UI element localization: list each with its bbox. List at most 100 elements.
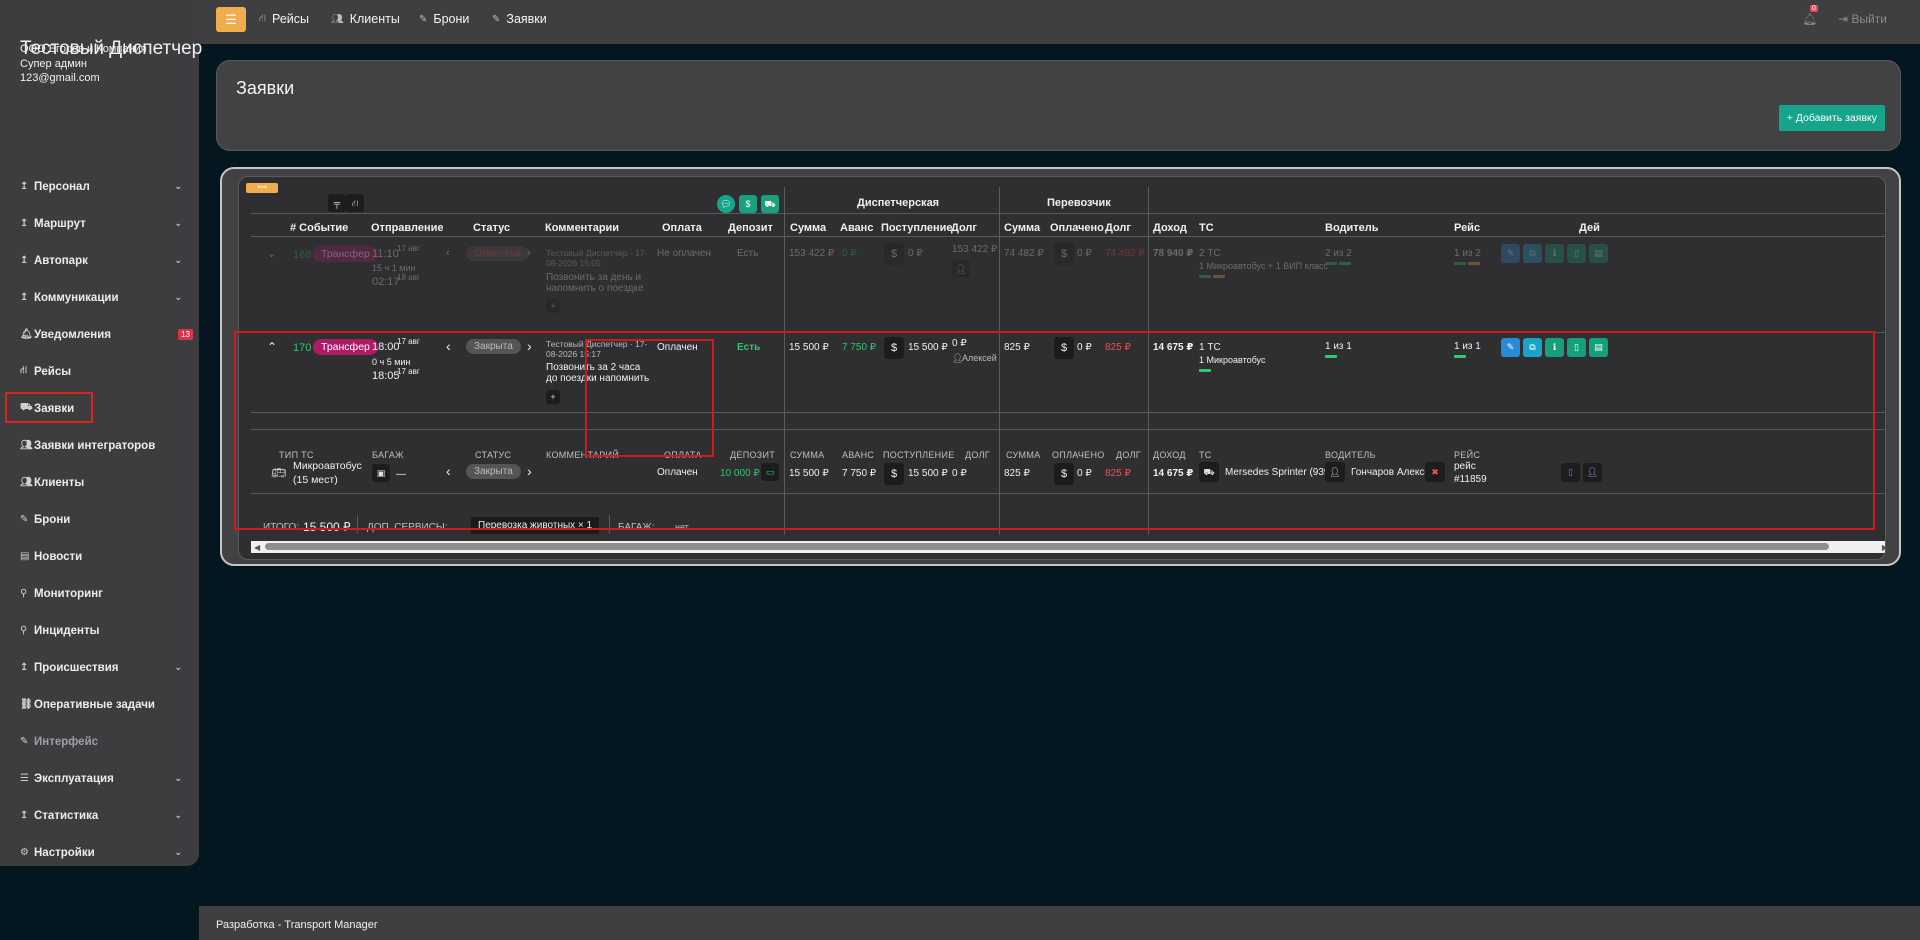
col-sum[interactable]: Сумма	[790, 222, 826, 234]
print-icon[interactable]: ▤	[1589, 244, 1608, 263]
sidebar-item-incidents[interactable]: ⚲ Инциденты	[0, 612, 199, 649]
col-status[interactable]: Статус	[473, 222, 510, 234]
dollar-icon[interactable]: $	[1054, 243, 1074, 265]
page-title: Заявки	[236, 78, 295, 98]
logout-link[interactable]: ⇥ Выйти	[1838, 12, 1887, 26]
col-carrier-debt[interactable]: Долг	[1105, 222, 1131, 234]
scroll-right-icon[interactable]: ▶	[1882, 543, 1885, 552]
sidebar: Тестовый Диспетчер ООО Егоров и Компания…	[0, 0, 202, 866]
col-income[interactable]: Поступление	[881, 222, 953, 234]
col-revenue[interactable]: Доход	[1153, 222, 1187, 234]
col-payment[interactable]: Оплата	[662, 222, 702, 234]
user-icon[interactable]: 👤︎	[952, 260, 970, 278]
top-link-trips[interactable]: ⛙ Рейсы	[259, 12, 309, 26]
scrollbar-thumb[interactable]	[265, 543, 1829, 550]
vehicle-detail: 1 Микроавтобус + 1 ВИП класс	[1199, 261, 1328, 271]
dollar-icon[interactable]: $	[739, 195, 757, 213]
sidebar-item-tasks[interactable]: ⛓ Оперативные задачи	[0, 686, 199, 723]
sidebar-item-label: Оперативные задачи	[34, 698, 155, 711]
col-driver[interactable]: Водитель	[1325, 222, 1379, 234]
copy-icon[interactable]: ⧉	[1523, 244, 1542, 263]
chevron-down-icon: ⌄	[174, 292, 182, 302]
arrow-icon: ↥	[20, 218, 29, 229]
top-link-bookings[interactable]: ✎ Брони	[419, 12, 469, 26]
sum: 153 422 ₽	[789, 248, 835, 259]
sidebar-item-label: Уведомления	[34, 328, 111, 341]
bell-icon: 🔔︎	[1802, 12, 1818, 26]
col-carrier-sum[interactable]: Сумма	[1004, 222, 1040, 234]
pin-icon: ⚲	[20, 588, 28, 599]
menu-toggle-button[interactable]: ☰	[216, 7, 246, 32]
chevron-down-icon[interactable]: ⌄	[267, 247, 276, 260]
chat-icon[interactable]: 💬︎	[717, 195, 735, 213]
sidebar-item-clients[interactable]: 👥︎ Клиенты	[0, 464, 199, 501]
top-link-requests[interactable]: ✎ Заявки	[492, 12, 547, 26]
notification-bell[interactable]: 🔔︎ 0	[1802, 5, 1818, 26]
horizontal-scrollbar[interactable]: ◀ ▶	[251, 541, 1885, 553]
sidebar-item-label: Брони	[34, 513, 71, 526]
bell-badge: 0	[1810, 5, 1818, 12]
col-actions[interactable]: Дей	[1579, 222, 1600, 234]
sidebar-item-integrator-requests[interactable]: 👥︎ Заявки интеграторов	[0, 427, 199, 464]
sidebar-item-communications[interactable]: ↥ Коммуникации ⌄	[0, 279, 199, 316]
sidebar-item-statistics[interactable]: ↥ Статистика ⌄	[0, 797, 199, 834]
sidebar-item-trips[interactable]: ⛙ Рейсы	[0, 353, 199, 390]
sidebar-item-interface[interactable]: ✎ Интерфейс	[0, 723, 199, 760]
chevron-down-icon: ⌄	[174, 218, 182, 228]
sidebar-item-accidents[interactable]: ↥ Происшествия ⌄	[0, 649, 199, 686]
col-advance[interactable]: Аванс	[840, 222, 873, 234]
sidebar-item-bookings[interactable]: ✎ Брони	[0, 501, 199, 538]
sidebar-item-route[interactable]: ↥ Маршрут ⌄	[0, 205, 199, 242]
carrier-debt: 74 482 ₽	[1105, 248, 1145, 259]
sidebar-item-label: Автопарк	[34, 254, 88, 267]
col-event[interactable]: # Событие	[290, 222, 348, 234]
chevron-down-icon: ⌄	[174, 810, 182, 820]
col-carrier-paid[interactable]: Оплачено	[1050, 222, 1104, 234]
sidebar-item-requests[interactable]: ⛟ Заявки	[0, 390, 199, 427]
sidebar-item-label: Рейсы	[34, 365, 72, 378]
info-icon[interactable]: ℹ	[1545, 244, 1564, 263]
col-vehicle[interactable]: ТС	[1199, 222, 1214, 234]
col-deposit[interactable]: Депозит	[728, 222, 773, 234]
sidebar-item-news[interactable]: ▤ Новости	[0, 538, 199, 575]
progress-bar	[1339, 262, 1351, 265]
sidebar-item-monitoring[interactable]: ⚲ Мониторинг	[0, 575, 199, 612]
highlight-box	[5, 392, 93, 423]
filter-icon[interactable]: ╤	[328, 194, 346, 212]
status-badge[interactable]: Отменена	[466, 246, 529, 261]
road-icon[interactable]: ⛙	[346, 194, 364, 212]
top-link-clients[interactable]: 👥︎ Клиенты	[331, 12, 400, 26]
col-comments[interactable]: Комментарии	[545, 222, 619, 234]
dollar-icon[interactable]: $	[884, 243, 904, 265]
sidebar-item-personnel[interactable]: ↥ Персонал ⌄	[0, 168, 199, 205]
add-request-button[interactable]: + Добавить заявку	[1778, 105, 1885, 131]
sidebar-item-notifications[interactable]: 🔔︎ Уведомления 13	[0, 316, 199, 353]
sidebar-item-operation[interactable]: ☰ Эксплуатация ⌄	[0, 760, 199, 797]
progress-bar	[1199, 275, 1211, 278]
scroll-left-icon[interactable]: ◀	[254, 543, 260, 552]
collapse-toggle[interactable]: ⟺	[246, 183, 278, 193]
sidebar-item-label: Интерфейс	[34, 735, 99, 748]
vehicle-count: 2 ТС	[1199, 248, 1221, 259]
edit-icon: ✎	[492, 13, 501, 25]
edit-icon[interactable]: ✎	[1501, 244, 1520, 263]
add-comment-button[interactable]: +	[546, 299, 560, 313]
col-debt[interactable]: Долг	[951, 222, 977, 234]
chevron-down-icon: ⌄	[174, 181, 182, 191]
row-id: 168	[293, 249, 312, 261]
document-icon[interactable]: ▯	[1567, 244, 1586, 263]
sidebar-item-fleet[interactable]: ↥ Автопарк ⌄	[0, 242, 199, 279]
chevron-right-icon[interactable]: ›	[527, 247, 531, 259]
chevron-down-icon: ⌄	[174, 662, 182, 672]
carrier-sum: 74 482 ₽	[1004, 248, 1044, 259]
top-link-label: Рейсы	[272, 12, 309, 26]
advance: 0 ₽	[842, 248, 857, 259]
sidebar-item-label: Новости	[34, 550, 83, 563]
col-departure[interactable]: Отправление	[371, 222, 444, 234]
truck-icon[interactable]: ⛟	[761, 195, 779, 213]
sidebar-item-settings[interactable]: ⚙ Настройки ⌄	[0, 834, 199, 871]
col-trip[interactable]: Рейс	[1454, 222, 1480, 234]
chevron-left-icon[interactable]: ‹	[446, 247, 450, 259]
news-icon: ▤	[20, 551, 30, 562]
sidebar-item-label: Персонал	[34, 180, 90, 193]
